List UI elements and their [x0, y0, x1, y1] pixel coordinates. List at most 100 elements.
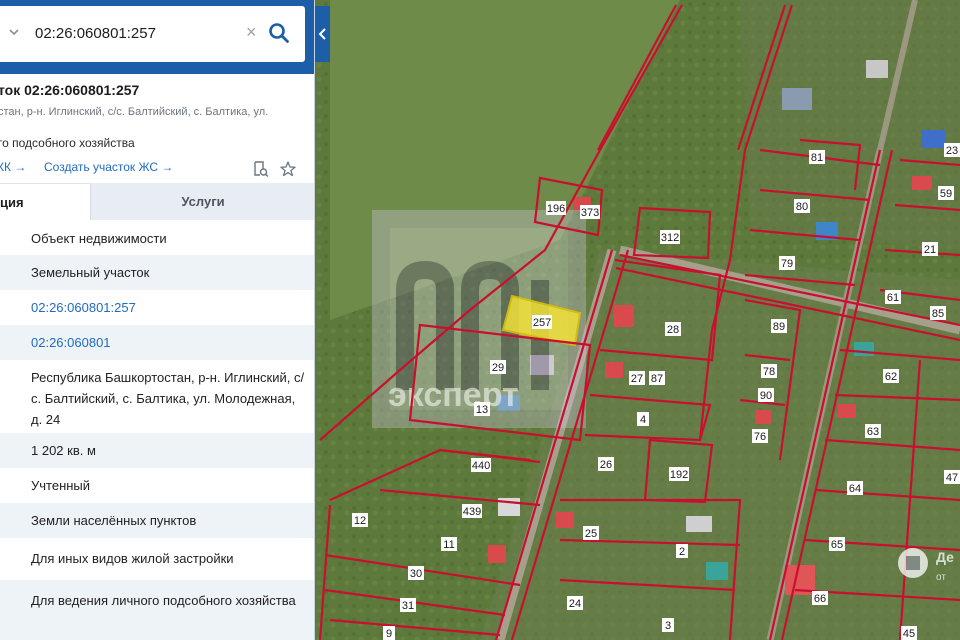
svg-text:4: 4: [640, 414, 646, 426]
star-icon[interactable]: [279, 160, 297, 178]
detail-value: Земли населённых пунктов: [31, 513, 197, 528]
detail-row-category: Земли населённых пунктов: [0, 503, 314, 538]
plot-label: 9: [383, 626, 395, 640]
svg-text:30: 30: [410, 568, 422, 580]
plot-label: 192: [669, 467, 689, 481]
svg-text:28: 28: [667, 324, 679, 336]
village-north-area: [740, 0, 960, 250]
plot-label: 61: [885, 290, 901, 304]
detail-row-quarter: : 02:26:060801: [0, 325, 314, 360]
plot-label: 62: [883, 369, 899, 383]
detail-value: Для иных видов жилой застройки: [31, 551, 234, 566]
panel-tabs: ция Услуги: [0, 183, 314, 220]
plot-label: 47: [944, 470, 960, 484]
svg-text:76: 76: [754, 431, 766, 443]
search-icon[interactable]: [268, 22, 292, 46]
svg-text:12: 12: [354, 515, 366, 527]
svg-text:85: 85: [932, 308, 944, 320]
plot-label: 66: [812, 591, 828, 605]
search-box[interactable]: ×: [0, 6, 305, 62]
plot-label: 81: [809, 150, 825, 164]
clear-icon[interactable]: ×: [246, 22, 257, 43]
detail-row-status: Учтенный: [0, 468, 314, 503]
detail-value: 1 202 кв. м: [31, 443, 96, 458]
svg-text:Де: Де: [936, 549, 954, 565]
svg-text:87: 87: [651, 373, 663, 385]
cadastral-quarter-link[interactable]: 02:26:060801: [31, 332, 307, 353]
plot-label: 23: [944, 143, 960, 157]
svg-text:62: 62: [885, 371, 897, 383]
plot-label: 87: [649, 371, 665, 385]
plot-label: 59: [938, 186, 954, 200]
plot-label: 80: [794, 199, 810, 213]
svg-text:78: 78: [763, 366, 775, 378]
svg-text:11: 11: [443, 539, 454, 551]
svg-text:79: 79: [781, 258, 793, 270]
plot-label: 30: [408, 566, 424, 580]
plot-label: 312: [660, 230, 680, 244]
detail-value: Республика Башкортостан, р-н. Иглинский,…: [31, 370, 305, 427]
plot-label: 26: [598, 457, 614, 471]
plot-label: 257: [532, 315, 552, 329]
cadastral-number-link[interactable]: 02:26:060801:257: [31, 297, 307, 318]
svg-text:23: 23: [946, 145, 958, 157]
detail-row-cadastral-number: 02:26:060801:257: [0, 290, 314, 325]
plot-label: 21: [922, 242, 938, 256]
detail-row-type: Объект недвижимости: [0, 220, 314, 255]
svg-text:65: 65: [831, 539, 843, 551]
plot-label: 76: [752, 429, 768, 443]
svg-text:196: 196: [547, 203, 565, 215]
svg-text:25: 25: [585, 528, 597, 540]
svg-text:257: 257: [533, 317, 551, 329]
action-links: КК → Создать участок ЖС →: [0, 160, 314, 178]
plot-label: 24: [567, 596, 583, 610]
svg-text:89: 89: [773, 321, 785, 333]
search-document-icon[interactable]: [252, 160, 270, 178]
plot-label: 78: [761, 364, 777, 378]
plot-label: 13: [474, 402, 490, 416]
svg-text:192: 192: [670, 469, 688, 481]
svg-text:29: 29: [492, 362, 504, 374]
svg-text:64: 64: [849, 483, 861, 495]
watermark-text: эксперт: [388, 376, 519, 414]
egrn-link[interactable]: КК →: [0, 160, 26, 174]
tab-services[interactable]: Услуги: [90, 183, 314, 220]
create-plot-link[interactable]: Создать участок ЖС →: [44, 160, 173, 174]
plot-label: 4: [637, 412, 649, 426]
svg-text:от: от: [936, 572, 946, 583]
plot-label: 29: [490, 360, 506, 374]
plot-label: 65: [829, 537, 845, 551]
tab-information[interactable]: ция: [0, 183, 90, 220]
plot-label: 440: [471, 458, 491, 472]
object-title: ток 02:26:060801:257: [0, 82, 140, 98]
svg-text:45: 45: [903, 628, 915, 640]
plot-label: 28: [665, 322, 681, 336]
plot-label: 12: [352, 513, 368, 527]
detail-value: Объект недвижимости: [31, 231, 167, 246]
chevron-down-icon[interactable]: [8, 25, 24, 41]
svg-text:3: 3: [665, 620, 671, 632]
svg-text:24: 24: [569, 598, 581, 610]
svg-text:2: 2: [679, 546, 685, 558]
detail-value: Земельный участок: [31, 265, 150, 280]
search-bar: ×: [0, 0, 314, 74]
svg-text:90: 90: [760, 390, 772, 402]
plot-label: 2: [676, 544, 688, 558]
svg-text:59: 59: [940, 188, 952, 200]
detail-row-use-by-doc: Для ведения личного подсобного хозяйства: [0, 580, 314, 640]
svg-text:26: 26: [600, 459, 612, 471]
svg-text:312: 312: [661, 232, 679, 244]
plot-label: 27: [629, 371, 645, 385]
svg-text:13: 13: [476, 404, 488, 416]
svg-text:80: 80: [796, 201, 808, 213]
svg-text:81: 81: [811, 152, 823, 164]
svg-text:27: 27: [631, 373, 643, 385]
svg-text:66: 66: [814, 593, 826, 605]
plot-label: 439: [462, 504, 482, 518]
detail-value: Для ведения личного подсобного хозяйства: [31, 593, 296, 608]
info-panel: × ток 02:26:060801:257 стан, р-н. Иглинс…: [0, 0, 315, 640]
svg-text:439: 439: [463, 506, 481, 518]
detail-row-area: 1 202 кв. м: [0, 433, 314, 468]
collapse-panel-button[interactable]: [315, 6, 330, 62]
search-input[interactable]: [35, 25, 235, 42]
